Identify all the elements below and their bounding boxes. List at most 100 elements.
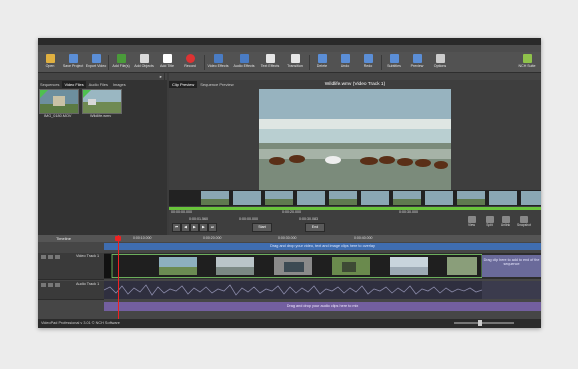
tab-sequences[interactable]: Sequences [38,81,63,88]
save-project-button[interactable]: Save Project [62,54,84,71]
options-button[interactable]: Options [429,54,451,71]
redo-button[interactable]: Redo [357,54,379,71]
transition-button[interactable]: Transition [284,54,306,71]
lock-icon[interactable] [48,283,53,287]
subtitles-button[interactable]: Subtitles [383,54,405,71]
video-clips[interactable] [104,254,482,278]
video-track-header: Video Track 1 [38,253,104,280]
options-icon [435,54,445,63]
video-track-name: Video Track 1 [76,254,100,258]
overlay-track[interactable]: Drag and drop your video, text and image… [104,243,541,250]
zoom-slider[interactable] [454,322,514,324]
toolbar-divider [309,55,310,70]
view-label: View [467,223,476,227]
forward-button[interactable]: ▶ [199,223,208,232]
set-end-button[interactable]: End [305,223,325,232]
preview-button[interactable]: Preview [406,54,428,71]
set-start-button[interactable]: Start [252,223,272,232]
view-button[interactable]: View [465,216,478,230]
timeline: Timeline 0:00:10.000 0:00:20.000 0:00:30… [38,235,541,328]
save-label: Save Project [62,64,84,68]
timecode: 0:00:30.000 [399,210,418,214]
suite-icon [522,54,532,63]
preview-pane: Clip Preview Sequence Preview Wildlife.wm… [169,73,541,235]
record-icon [185,54,195,63]
export-video-button[interactable]: Export Video [85,54,107,71]
nch-suite-button[interactable]: NCH Suite [516,54,538,71]
audio-mix-track[interactable]: Drag and drop your audio clips here to m… [104,302,541,311]
rewind-button[interactable]: ◀ [181,223,190,232]
toolbar-divider [108,55,109,70]
zoom-slider-handle[interactable] [478,320,482,326]
audio-track-name: Audio Track 1 [76,282,100,286]
redo-icon [363,54,373,63]
delete-icon [317,54,327,63]
ruler-tick: 0:00:20.000 [203,236,222,240]
speaker-icon[interactable] [41,283,46,287]
snapshot-button[interactable]: Snapshot [517,216,531,230]
video-effects-label: Video Effects [207,64,229,68]
audio-effects-icon [239,54,249,63]
media-tabs: Sequences Video Files Audio Files Images ▸ [38,73,167,88]
drop-end-zone[interactable]: Drag clip here to add to end of the sequ… [482,255,541,277]
media-thumbnail-img0180[interactable] [39,89,79,114]
subtitles-icon [389,54,399,63]
lock-icon[interactable] [48,255,53,259]
skip-forward-button[interactable]: ⏭ [208,223,217,232]
filmstrip[interactable] [169,190,541,206]
tab-video-files[interactable]: Video Files [62,81,87,88]
file-name: Wildlife.wmv [90,114,112,118]
undo-button[interactable]: Undo [334,54,356,71]
options-label: Options [433,64,447,68]
add-files-button[interactable]: Add File(s) [110,54,132,71]
audio-effects-button[interactable]: Audio Effects [233,54,255,71]
timeline-ruler[interactable]: Timeline 0:00:10.000 0:00:20.000 0:00:30… [38,235,541,242]
add-objects-button[interactable]: Add Objects [133,54,155,71]
ruler-tick: 0:00:40.000 [354,236,373,240]
end-timecode: 0:00:30.083 [299,217,318,221]
export-icon [91,54,101,63]
playhead[interactable] [118,235,119,319]
status-bar: VideoPad Professional v 3.01 © NCH Softw… [38,319,541,328]
audio-waveform[interactable] [104,281,541,299]
tab-images[interactable]: Images [111,81,129,88]
record-button[interactable]: Record [179,54,201,71]
toolbar-divider [381,55,382,70]
video-effects-button[interactable]: Video Effects [207,54,229,71]
open-button[interactable]: Open [39,54,61,71]
undo-icon [340,54,350,63]
split-label: Split [486,223,493,227]
play-button[interactable]: ▶ [190,223,199,232]
skip-back-button[interactable]: ⏮ [172,223,181,232]
fx-icon[interactable] [55,283,60,287]
transition-label: Transition [287,64,303,68]
chevron-right-icon[interactable]: ▸ [158,73,165,80]
delete-button[interactable]: Delete [311,54,333,71]
camera-icon [519,216,528,223]
view-icon [467,216,476,223]
text-icon [265,54,275,63]
video-track[interactable]: Drag clip here to add to end of the sequ… [104,253,541,279]
start-timecode: 0:00:00.000 [239,217,258,221]
eye-icon[interactable] [41,255,46,259]
clip-range-bar[interactable] [169,207,541,210]
text-effects-button[interactable]: Text Effects [259,54,281,71]
delete-label: Delete [316,64,328,68]
add-title-button[interactable]: Add Title [156,54,178,71]
current-timecode: 0:00:01.560 [189,217,208,221]
menu-bar: FileEditClipTrackSequenceVideo EffectsAu… [38,38,541,52]
preview-icon [412,54,422,63]
record-label: Record [184,64,196,68]
file-name: IMG_0180.MOV [44,114,72,118]
timecode: 00:00:00.000 [171,210,192,214]
fx-icon[interactable] [55,255,60,259]
app-window: FileEditClipTrackSequenceVideo EffectsAu… [38,38,541,328]
split-button[interactable]: Split [483,216,496,230]
overlay-hint: Drag and drop your video, text and image… [270,244,375,248]
status-text: VideoPad Professional v 3.01 © NCH Softw… [41,321,120,325]
unlink-button[interactable]: Unlink [499,216,512,230]
drop-end-hint: Drag clip here to add to end of the sequ… [483,258,540,266]
tab-audio-files[interactable]: Audio Files [87,81,111,88]
end-label: End [311,225,319,229]
media-thumbnail-wildlife[interactable] [82,89,122,114]
